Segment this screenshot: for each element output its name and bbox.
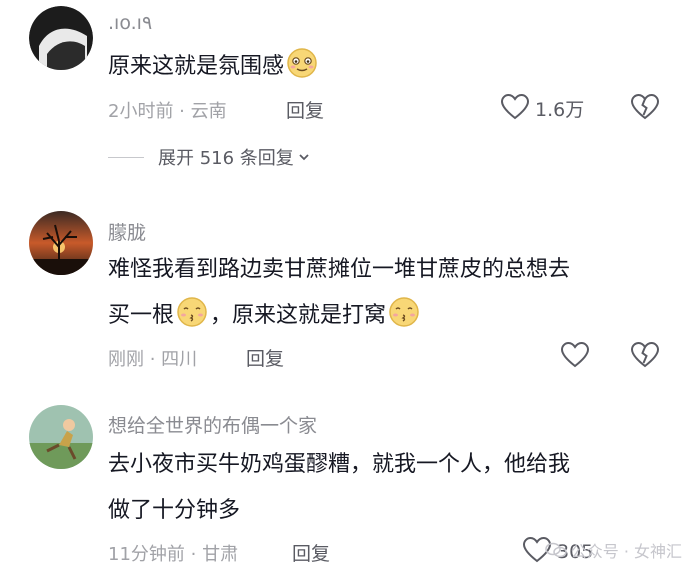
kiss-emoji [176,296,208,328]
username[interactable]: .ıo.ı٩ [108,12,152,34]
kiss-emoji [388,296,420,328]
comment-text-line: 做了十分钟多 [108,498,241,523]
comment-text: 难怪我看到路边卖甘蔗摊位一堆甘蔗皮的总想去 买一根 ，原来这就是打窝 [108,250,668,336]
wechat-logo-icon [544,542,567,558]
like-button[interactable] [560,341,590,372]
chevron-down-icon [299,154,309,161]
username[interactable]: 朦胧 [108,218,146,245]
broken-heart-icon [630,341,660,372]
reply-button[interactable]: 回复 [286,96,324,123]
expand-replies-button[interactable]: 展开 516 条回复 [108,144,310,170]
reply-button[interactable]: 回复 [246,344,284,371]
blushing-smile-emoji [286,47,318,79]
comment-text-line: 难怪我看到路边卖甘蔗摊位一堆甘蔗皮的总想去 [108,257,571,282]
like-count: 1.6万 [535,99,585,121]
comment-text-part: ，原来这就是打窝 [210,303,387,328]
comment-text: 原来这就是氛围感 [108,47,668,87]
time-location: 2小时前 · 云南 [108,101,227,122]
avatar[interactable] [29,6,93,70]
watermark-text: 公众号 · 女神汇 [570,542,682,561]
comment-text: 去小夜市买牛奶鸡蛋醪糟，就我一个人，他给我 做了十分钟多 [108,445,668,531]
watermark: 公众号 · 女神汇 [544,538,682,562]
comment-text-line: 买一根 ，原来这就是打窝 [108,296,668,336]
divider [108,156,144,158]
time-location: 刚刚 · 四川 [108,349,198,370]
comment-text-part: 买一根 [108,303,175,328]
heart-outline-icon [560,341,590,372]
time-location: 11分钟前 · 甘肃 [108,544,239,565]
avatar[interactable] [29,405,93,469]
avatar[interactable] [29,211,93,275]
broken-heart-icon [630,93,660,124]
comment-text-line: 去小夜市买牛奶鸡蛋醪糟，就我一个人，他给我 [108,452,571,477]
expand-replies-label: 展开 516 条回复 [158,148,294,169]
reply-button[interactable]: 回复 [292,539,330,566]
heart-outline-icon [500,93,530,124]
like-button[interactable]: 1.6万 [500,93,584,124]
username[interactable]: 想给全世界的布偶一个家 [108,411,317,438]
dislike-button[interactable] [630,341,660,372]
dislike-button[interactable] [630,93,660,124]
comment-text-part: 原来这就是氛围感 [108,54,285,79]
